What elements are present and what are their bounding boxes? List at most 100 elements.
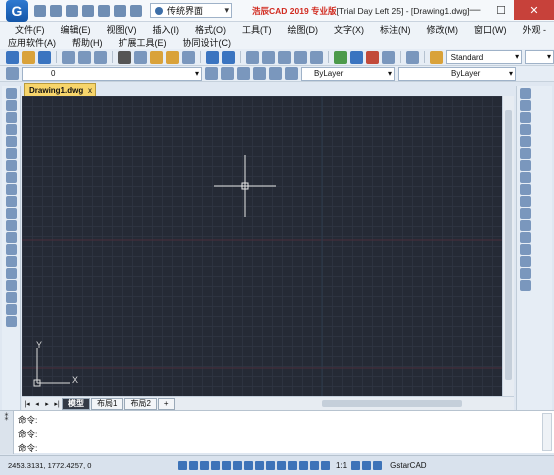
tab-model[interactable]: 模型	[62, 397, 90, 410]
cut-icon[interactable]	[117, 50, 131, 64]
spline-icon[interactable]	[5, 184, 17, 195]
lock-icon[interactable]	[362, 461, 372, 470]
properties-icon[interactable]	[333, 50, 347, 64]
zoom-previous-icon[interactable]	[293, 50, 307, 64]
menu-insert[interactable]: 插入(I)	[145, 23, 188, 36]
menu-file[interactable]: 文件(F)	[7, 23, 53, 36]
layer-select[interactable]: 0	[22, 66, 202, 81]
clean-screen-icon[interactable]	[373, 461, 383, 470]
menu-modify[interactable]: 修改(M)	[419, 23, 467, 36]
undo-icon[interactable]	[114, 4, 126, 17]
workspace-select[interactable]: 传统界面	[150, 3, 232, 18]
layer-manager-icon[interactable]	[6, 67, 19, 80]
text-style-select[interactable]: Standard	[445, 50, 523, 64]
next-tab-arrow[interactable]: ▸	[42, 400, 52, 408]
copy-object-icon[interactable]	[520, 100, 531, 111]
save-as-icon[interactable]	[82, 4, 94, 17]
zoom-window-icon[interactable]	[277, 50, 291, 64]
workspace-switch-icon[interactable]	[351, 461, 361, 470]
layer-off-icon[interactable]	[269, 67, 282, 80]
layer-state-icon[interactable]	[237, 67, 250, 80]
menu-collaboration[interactable]: 协同设计(C)	[175, 36, 240, 49]
snap-icon[interactable]	[178, 461, 187, 470]
command-input[interactable]: 命令:	[18, 442, 37, 454]
paste-icon[interactable]	[149, 50, 163, 64]
copy-icon[interactable]	[133, 50, 147, 64]
model-space-icon[interactable]	[299, 461, 308, 470]
redo-icon[interactable]	[130, 4, 142, 17]
vertical-scrollbar[interactable]	[502, 96, 514, 396]
menu-tools[interactable]: 工具(T)	[234, 23, 280, 36]
open-icon[interactable]	[22, 50, 35, 64]
construction-line-icon[interactable]	[5, 100, 17, 111]
stretch-icon[interactable]	[520, 184, 531, 195]
print-icon[interactable]	[98, 4, 110, 17]
minimize-button[interactable]: —	[462, 0, 488, 20]
menu-help[interactable]: 帮助(H)	[64, 36, 111, 49]
break-icon[interactable]	[520, 232, 531, 243]
block-icon[interactable]	[181, 50, 195, 64]
hatch-icon[interactable]	[5, 256, 17, 267]
move-icon[interactable]	[520, 148, 531, 159]
revision-cloud-icon[interactable]	[5, 172, 17, 183]
join-icon[interactable]	[520, 244, 531, 255]
insert-block-icon[interactable]	[5, 220, 17, 231]
document-tab[interactable]: Drawing1.dwg x	[24, 83, 96, 96]
new-icon[interactable]	[6, 50, 19, 64]
menu-draw[interactable]: 绘图(D)	[280, 23, 327, 36]
region-icon[interactable]	[5, 280, 17, 291]
zoom-extents-icon[interactable]	[309, 50, 323, 64]
menu-applications[interactable]: 应用软件(A)	[0, 36, 64, 49]
tab-layout1[interactable]: 布局1	[91, 397, 124, 410]
close-button[interactable]: ✕	[514, 0, 554, 20]
print-toolbar-icon[interactable]	[61, 50, 75, 64]
color-select[interactable]: ByLayer	[301, 66, 395, 81]
menu-appearance[interactable]: 外观 -	[515, 23, 554, 36]
menu-dimension[interactable]: 标注(N)	[372, 23, 419, 36]
offset-icon[interactable]	[520, 124, 531, 135]
menu-format[interactable]: 格式(O)	[187, 23, 234, 36]
drawing-canvas[interactable]: Y X	[22, 96, 502, 396]
gradient-icon[interactable]	[5, 268, 17, 279]
add-selected-icon[interactable]	[5, 316, 17, 327]
scale-icon[interactable]	[520, 172, 531, 183]
extend-icon[interactable]	[520, 208, 531, 219]
dim-style-select[interactable]	[525, 50, 554, 64]
explode-icon[interactable]	[520, 280, 531, 291]
design-center-icon[interactable]	[349, 50, 363, 64]
layer-freeze-icon[interactable]	[285, 67, 298, 80]
erase-icon[interactable]	[520, 88, 531, 99]
fillet-icon[interactable]	[520, 268, 531, 279]
preview-icon[interactable]	[77, 50, 91, 64]
prev-tab-arrow[interactable]: ◂	[32, 400, 42, 408]
zoom-realtime-icon[interactable]	[261, 50, 275, 64]
layer-previous-icon[interactable]	[221, 67, 234, 80]
redo-toolbar-icon[interactable]	[221, 50, 235, 64]
multiline-text-icon[interactable]	[5, 304, 17, 315]
table-icon[interactable]	[5, 292, 17, 303]
first-tab-arrow[interactable]: |◂	[22, 400, 32, 408]
array-icon[interactable]	[520, 136, 531, 147]
maximize-button[interactable]: ☐	[488, 0, 514, 20]
rectangle-icon[interactable]	[5, 136, 17, 147]
tab-add[interactable]: +	[157, 397, 175, 410]
annotation-visibility-icon[interactable]	[310, 461, 319, 470]
transparency-icon[interactable]	[277, 461, 286, 470]
line-icon[interactable]	[5, 88, 17, 99]
command-window-grip[interactable]: ⁑	[0, 411, 14, 454]
osnap-icon[interactable]	[222, 461, 231, 470]
selection-cycling-icon[interactable]	[288, 461, 297, 470]
ducs-icon[interactable]	[244, 461, 253, 470]
circle-icon[interactable]	[5, 160, 17, 171]
document-tab-close[interactable]: x	[88, 86, 92, 95]
menu-view[interactable]: 视图(V)	[99, 23, 145, 36]
linetype-select[interactable]: ByLayer	[398, 66, 516, 81]
last-tab-arrow[interactable]: ▸|	[52, 400, 62, 408]
tab-layout2[interactable]: 布局2	[124, 397, 157, 410]
ellipse-icon[interactable]	[5, 196, 17, 207]
break-point-icon[interactable]	[520, 220, 531, 231]
match-properties-icon[interactable]	[165, 50, 179, 64]
save-icon[interactable]	[66, 4, 78, 17]
grid-icon[interactable]	[189, 461, 198, 470]
app-logo[interactable]: G	[6, 0, 28, 22]
